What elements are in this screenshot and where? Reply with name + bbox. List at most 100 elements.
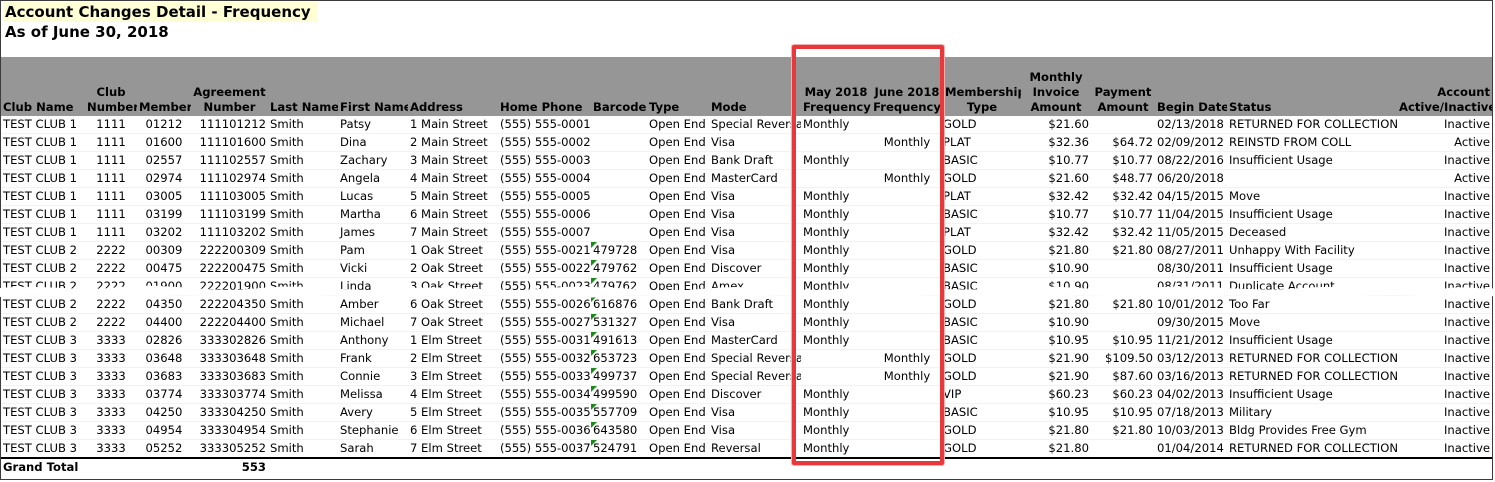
- cell-agreement: 111103005: [191, 187, 268, 206]
- col-club-name[interactable]: Club Name: [1, 57, 85, 116]
- cell-first: Linda: [338, 277, 408, 296]
- cell-status: Insufficient Usage: [1227, 385, 1397, 404]
- table-row[interactable]: TEST CLUB 1 1111 03005 111103005 Smith Lucas 5…: [1, 187, 1492, 206]
- cell-barcode: [591, 116, 647, 134]
- cell-mode: Reversal: [709, 439, 801, 459]
- table-row[interactable]: TEST CLUB 3 3333 04954 333304954 Smith Stepha…: [1, 421, 1492, 440]
- cell-address: 1 Elm Street: [408, 331, 498, 350]
- cell-type: Open End: [647, 439, 709, 459]
- table-row[interactable]: TEST CLUB 1 1111 01600 111101600 Smith Dina 2 …: [1, 133, 1492, 152]
- table-row[interactable]: TEST CLUB 1 1111 02557 111102557 Smith Zachar…: [1, 151, 1492, 170]
- col-agreement-number[interactable]: Agreement Number: [191, 57, 268, 116]
- cell-member: 01900: [137, 277, 191, 296]
- col-may-frequency[interactable]: May 2018 Frequency: [801, 57, 871, 116]
- table-row[interactable]: TEST CLUB 3 3333 03648 333303648 Smith Frank 2…: [1, 349, 1492, 368]
- cell-mode: Bank Draft: [709, 295, 801, 314]
- cell-june: [871, 313, 943, 332]
- table-row[interactable]: TEST CLUB 1 1111 03199 111103199 Smith Martha…: [1, 205, 1492, 224]
- cell-mtype: BASIC: [943, 331, 1021, 350]
- cell-june: Monthly: [871, 349, 943, 368]
- report-subtitle: As of June 30, 2018: [5, 23, 169, 41]
- cell-status: Duplicate Account: [1227, 277, 1397, 296]
- cell-last: Smith: [268, 403, 338, 422]
- grand-total-row: Grand Total 553: [1, 457, 1492, 475]
- cell-phone: (555) 555-0005: [498, 187, 591, 206]
- table-row[interactable]: TEST CLUB 2 2222 04350 222204350 Smith Amber 6…: [1, 295, 1492, 314]
- cell-agreement: 222201900: [191, 277, 268, 296]
- table-row[interactable]: TEST CLUB 3 3333 03683 333303683 Smith Connie…: [1, 367, 1492, 386]
- comment-flag-icon: [591, 422, 597, 428]
- cell-phone: (555) 555-0027: [498, 313, 591, 332]
- table-row[interactable]: TEST CLUB 3 3333 05252 333305252 Smith Sarah 7…: [1, 439, 1492, 459]
- cell-last: Smith: [268, 223, 338, 242]
- cell-invoice: $21.60: [1021, 169, 1091, 188]
- col-home-phone[interactable]: Home Phone: [498, 57, 591, 116]
- cell-member: 04400: [137, 313, 191, 332]
- cell-may: Monthly: [801, 277, 871, 296]
- cell-barcode: 653723: [591, 349, 647, 368]
- col-barcode[interactable]: Barcode: [591, 57, 647, 116]
- cell-first: Avery: [338, 403, 408, 422]
- table-row[interactable]: TEST CLUB 1 1111 01212 111101212 Smith Patsy 1…: [1, 116, 1492, 134]
- table-row[interactable]: TEST CLUB 1 1111 03202 111103202 Smith James 7…: [1, 223, 1492, 242]
- cell-num: 2222: [85, 295, 137, 314]
- col-membership-type[interactable]: Membership Type: [943, 57, 1021, 116]
- col-member[interactable]: Member: [137, 57, 191, 116]
- col-address[interactable]: Address: [408, 57, 498, 116]
- cell-june: Monthly: [871, 169, 943, 188]
- cell-active: Inactive: [1397, 313, 1492, 332]
- cell-type: Open End: [647, 331, 709, 350]
- cell-last: Smith: [268, 151, 338, 170]
- cell-barcode: 479728: [591, 241, 647, 260]
- cell-last: Smith: [268, 421, 338, 440]
- comment-flag-icon: [591, 278, 597, 284]
- cell-num: 1111: [85, 205, 137, 224]
- col-begin-date[interactable]: Begin Date: [1155, 57, 1227, 116]
- cell-payment: [1091, 277, 1155, 296]
- col-payment-amount[interactable]: Payment Amount: [1091, 57, 1155, 116]
- cell-active: Inactive: [1397, 331, 1492, 350]
- report-heading: Account Changes Detail - Frequency As of…: [3, 2, 317, 42]
- cell-club: TEST CLUB 1: [1, 223, 85, 242]
- table-row[interactable]: TEST CLUB 2 2222 00475 222200475 Smith Vicki 2…: [1, 259, 1492, 278]
- cell-num: 3333: [85, 367, 137, 386]
- table-row[interactable]: TEST CLUB 3 3333 02826 333302826 Smith Anthon…: [1, 331, 1492, 350]
- col-status[interactable]: Status: [1227, 57, 1397, 116]
- col-club-number[interactable]: Club Number: [85, 57, 137, 116]
- cell-agreement: 333303683: [191, 367, 268, 386]
- cell-barcode: 524791: [591, 439, 647, 459]
- cell-first: Stephanie: [338, 421, 408, 440]
- col-type[interactable]: Type: [647, 57, 709, 116]
- cell-type: Open End: [647, 367, 709, 386]
- col-first-name[interactable]: First Name: [338, 57, 408, 116]
- cell-num: 3333: [85, 403, 137, 422]
- cell-mode: Visa: [709, 223, 801, 242]
- col-june-frequency[interactable]: June 2018 Frequency: [871, 57, 943, 116]
- cell-begin: 06/20/2018: [1155, 169, 1227, 188]
- cell-num: 2222: [85, 259, 137, 278]
- table-row[interactable]: TEST CLUB 2 2222 00309 222200309 Smith Pam 1 O…: [1, 241, 1492, 260]
- table-row[interactable]: TEST CLUB 3 3333 04250 333304250 Smith Avery 5…: [1, 403, 1492, 422]
- cell-active: Inactive: [1397, 259, 1492, 278]
- col-last-name[interactable]: Last Name: [268, 57, 338, 116]
- table-row[interactable]: TEST CLUB 1 1111 02974 111102974 Smith Angela…: [1, 169, 1492, 188]
- cell-june: [871, 151, 943, 170]
- cell-mtype: GOLD: [943, 421, 1021, 440]
- cell-address: 7 Oak Street: [408, 313, 498, 332]
- table-row[interactable]: TEST CLUB 3 3333 03774 333303774 Smith Meliss…: [1, 385, 1492, 404]
- cell-may: Monthly: [801, 259, 871, 278]
- cell-member: 03199: [137, 205, 191, 224]
- cell-mode: Visa: [709, 241, 801, 260]
- cell-member: 04954: [137, 421, 191, 440]
- barcode-value: 499737: [593, 369, 638, 383]
- cell-may: Monthly: [801, 331, 871, 350]
- comment-flag-icon: [591, 332, 597, 338]
- table-row[interactable]: TEST CLUB 2 2222 01900 222201900 Smith Linda 3…: [1, 277, 1492, 296]
- col-monthly-invoice[interactable]: Monthly Invoice Amount: [1021, 57, 1091, 116]
- cell-agreement: 111103202: [191, 223, 268, 242]
- cell-mode: Bank Draft: [709, 151, 801, 170]
- table-row[interactable]: TEST CLUB 2 2222 04400 222204400 Smith Michae…: [1, 313, 1492, 332]
- col-account-active[interactable]: Account Active/Inactive: [1397, 57, 1492, 116]
- cell-june: [871, 403, 943, 422]
- col-mode[interactable]: Mode: [709, 57, 801, 116]
